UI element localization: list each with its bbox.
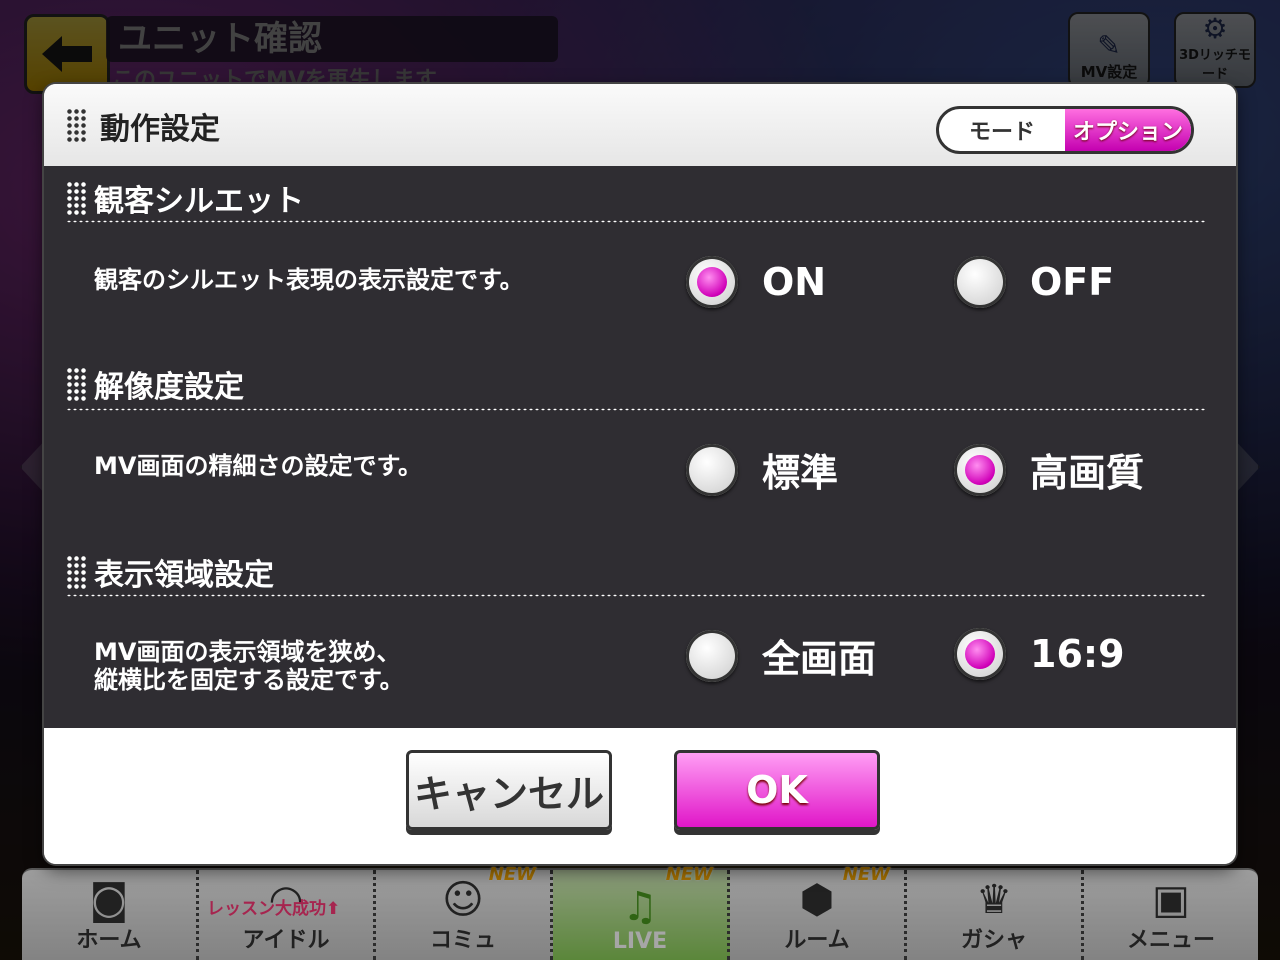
divider xyxy=(66,594,1206,597)
grip-icon xyxy=(66,181,88,215)
radio-selected-dot xyxy=(697,267,727,297)
divider xyxy=(66,220,1206,223)
radio-resolution-high[interactable]: 高画質 xyxy=(954,442,1144,497)
option-label: 全画面 xyxy=(762,637,877,681)
description-line: 縦横比を固定する設定です。 xyxy=(94,666,404,694)
tab-option[interactable]: オプション xyxy=(1065,109,1191,151)
mode-option-toggle: モード オプション xyxy=(936,106,1194,154)
dialog-title: 動作設定 xyxy=(100,112,220,147)
radio-display-16-9[interactable]: 16:9 xyxy=(954,628,1125,680)
dialog-body: 観客シルエット 観客のシルエット表現の表示設定です。 ON OFF 解像度設定 … xyxy=(44,166,1236,728)
section-title-text: 表示領域設定 xyxy=(94,558,274,593)
option-label: 16:9 xyxy=(1030,632,1125,676)
grip-icon xyxy=(66,367,88,401)
option-label: 標準 xyxy=(762,451,839,495)
section-description: 観客のシルエット表現の表示設定です。 xyxy=(94,266,524,294)
radio-button[interactable] xyxy=(686,443,738,496)
settings-dialog: 動作設定 モード オプション 観客シルエット 観客のシルエット表現の表示設定です… xyxy=(44,84,1236,864)
section-description: MV画面の精細さの設定です。 xyxy=(94,452,423,480)
radio-silhouette-off[interactable]: OFF xyxy=(954,256,1114,308)
radio-selected-dot xyxy=(965,454,995,485)
section-title-text: 解像度設定 xyxy=(94,370,244,405)
description-line: MV画面の表示領域を狭め、 xyxy=(94,638,401,666)
divider xyxy=(66,408,1206,411)
radio-display-fullscreen[interactable]: 全画面 xyxy=(686,628,876,683)
section-title-resolution: 解像度設定 xyxy=(66,362,244,406)
section-description: MV画面の表示領域を狭め、 縦横比を固定する設定です。 xyxy=(94,638,404,694)
ok-button[interactable]: OK xyxy=(674,750,880,830)
dialog-footer: キャンセル OK xyxy=(44,728,1236,864)
section-title-text: 観客シルエット xyxy=(94,184,304,219)
grip-icon xyxy=(66,555,88,589)
radio-button[interactable] xyxy=(954,256,1006,308)
option-label: 高画質 xyxy=(1030,451,1145,495)
section-title-display-area: 表示領域設定 xyxy=(66,550,274,594)
grip-icon xyxy=(66,108,86,142)
tab-mode[interactable]: モード xyxy=(939,109,1065,151)
section-title-audience-silhouette: 観客シルエット xyxy=(66,176,304,220)
radio-selected-dot xyxy=(965,639,995,669)
radio-button[interactable] xyxy=(954,628,1006,680)
radio-button[interactable] xyxy=(686,256,738,308)
cancel-button[interactable]: キャンセル xyxy=(406,750,612,830)
dialog-header: 動作設定 モード オプション xyxy=(44,84,1236,166)
radio-button[interactable] xyxy=(954,443,1006,496)
radio-silhouette-on[interactable]: ON xyxy=(686,256,826,308)
option-label: OFF xyxy=(1030,260,1115,304)
radio-resolution-standard[interactable]: 標準 xyxy=(686,442,838,497)
option-label: ON xyxy=(762,260,827,304)
radio-button[interactable] xyxy=(686,629,738,682)
